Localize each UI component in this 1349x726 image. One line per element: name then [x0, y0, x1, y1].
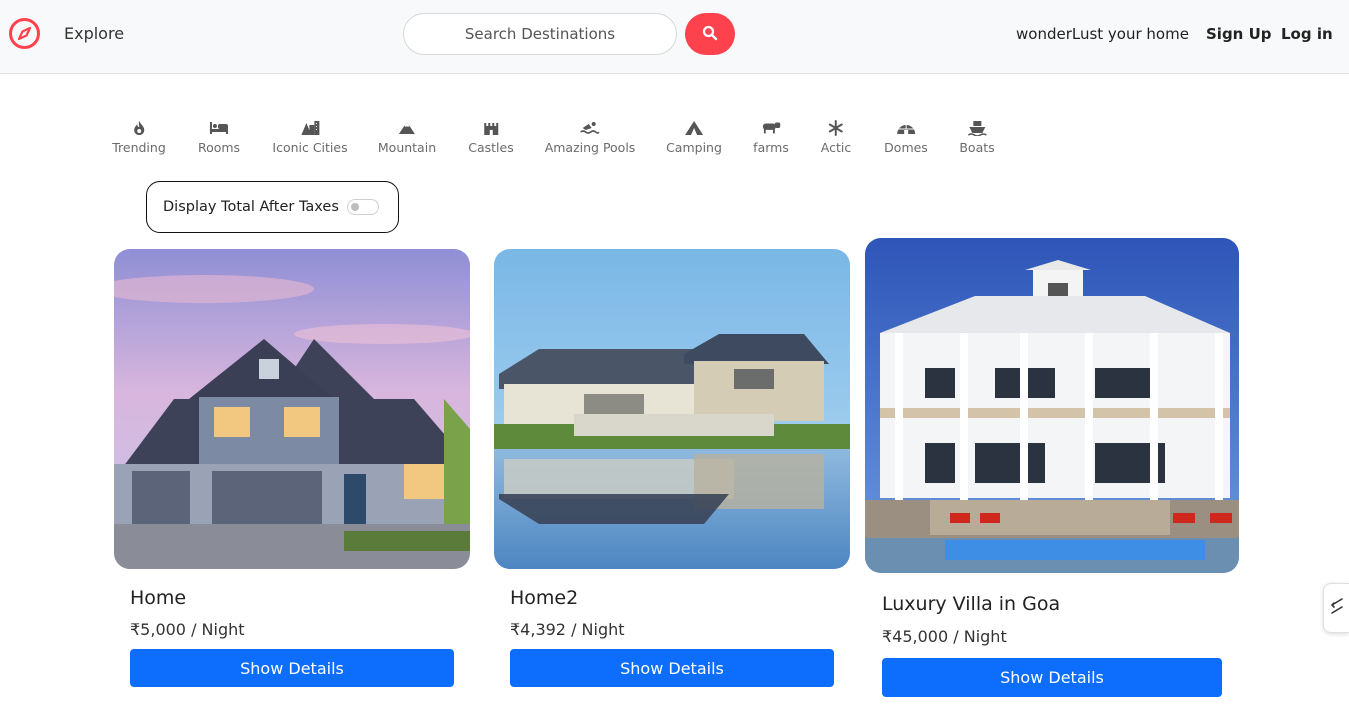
filter-camping[interactable]: Camping: [666, 118, 722, 156]
show-details-button[interactable]: Show Details: [130, 649, 454, 687]
beach-villa-photo: [865, 238, 1239, 573]
filter-trending[interactable]: Trending: [112, 118, 166, 156]
snowflake-icon: [826, 118, 846, 138]
lakeside-house-photo: [494, 249, 850, 569]
navbar: Explore wonderLust your home Sign Up Log…: [0, 0, 1349, 74]
signup-link[interactable]: Sign Up: [1206, 25, 1272, 43]
mountain-icon: [397, 118, 417, 138]
filter-bar: Trending Rooms Iconic Cities Mountain Ca…: [0, 118, 1349, 168]
filter-label: Rooms: [197, 140, 241, 155]
fire-icon: [129, 118, 149, 138]
tax-toggle-label: Display Total After Taxes: [163, 199, 339, 215]
filter-label: Boats: [959, 140, 995, 155]
igloo-icon: [896, 118, 916, 138]
filter-label: Castles: [468, 140, 514, 155]
cow-icon: [761, 118, 781, 138]
swimmer-icon: [580, 118, 600, 138]
show-details-button[interactable]: Show Details: [882, 658, 1222, 697]
tax-toggle[interactable]: Display Total After Taxes: [146, 181, 399, 233]
show-details-button[interactable]: Show Details: [510, 649, 834, 687]
filter-label: Camping: [666, 140, 722, 155]
side-panel-tab[interactable]: [1323, 583, 1349, 633]
explore-link[interactable]: Explore: [64, 24, 124, 43]
compass-icon[interactable]: [8, 17, 41, 50]
filter-castles[interactable]: Castles: [468, 118, 514, 156]
bed-icon: [209, 118, 229, 138]
filter-boats[interactable]: Boats: [959, 118, 995, 156]
city-icon: [300, 118, 320, 138]
listing-title[interactable]: Home: [130, 587, 186, 609]
filter-label: Actic: [820, 140, 852, 155]
filter-label: farms: [753, 140, 789, 155]
listing-title[interactable]: Home2: [510, 587, 578, 609]
filter-farms[interactable]: farms: [753, 118, 789, 156]
filter-label: Mountain: [377, 140, 437, 155]
search-input[interactable]: [403, 13, 677, 55]
listing-image[interactable]: [114, 249, 470, 569]
search-button[interactable]: [685, 13, 735, 55]
listing-price: ₹4,392 / Night: [510, 620, 625, 639]
switch-knob: [350, 203, 359, 211]
filter-domes[interactable]: Domes: [884, 118, 928, 156]
listing-image[interactable]: [494, 249, 850, 569]
collapse-icon: [1330, 597, 1344, 619]
tent-icon: [684, 118, 704, 138]
suburban-house-photo: [114, 249, 470, 569]
listing-image[interactable]: [865, 238, 1239, 573]
castle-icon: [481, 118, 501, 138]
filter-label: Iconic Cities: [272, 140, 348, 155]
filter-label: Amazing Pools: [544, 140, 636, 155]
ship-icon: [967, 118, 987, 138]
filter-rooms[interactable]: Rooms: [198, 118, 240, 156]
filter-actic[interactable]: Actic: [821, 118, 851, 156]
listing-price: ₹5,000 / Night: [130, 620, 245, 639]
filter-label: Trending: [112, 140, 166, 155]
search-icon: [702, 25, 718, 44]
filter-amazing-pools[interactable]: Amazing Pools: [544, 118, 636, 156]
listing-title[interactable]: Luxury Villa in Goa: [882, 593, 1060, 615]
filter-label: Domes: [884, 140, 928, 155]
login-link[interactable]: Log in: [1281, 25, 1333, 43]
filter-iconic-cities[interactable]: Iconic Cities: [272, 118, 348, 156]
tax-switch[interactable]: [346, 199, 379, 215]
filter-mountain[interactable]: Mountain: [378, 118, 436, 156]
home-link[interactable]: wonderLust your home: [1016, 25, 1189, 43]
listing-price: ₹45,000 / Night: [882, 627, 1007, 646]
